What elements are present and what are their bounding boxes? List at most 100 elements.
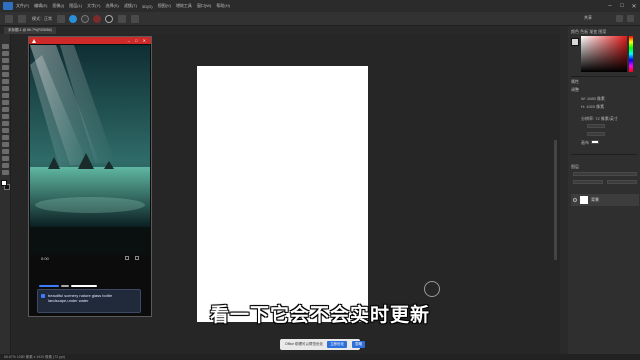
edge-app-icon[interactable] xyxy=(69,14,77,23)
prompt-box[interactable]: beautiful scenery nature glass bottle la… xyxy=(37,289,141,313)
phone-title-bar: – □ ✕ xyxy=(29,37,151,44)
document-canvas[interactable] xyxy=(197,66,368,322)
color-swatch[interactable] xyxy=(571,38,579,46)
menu-help[interactable]: 帮助(H) xyxy=(216,3,230,9)
search-icon[interactable] xyxy=(616,15,623,22)
window-control-icons[interactable]: – □ ✕ xyxy=(128,38,148,43)
gradient-tool-icon[interactable] xyxy=(2,128,9,133)
prompt-text: beautiful scenery nature glass bottle la… xyxy=(48,293,113,303)
menu-view[interactable]: 视图(V) xyxy=(158,3,171,9)
blur-tool-icon[interactable] xyxy=(2,135,9,140)
playback-time: 0:00 xyxy=(41,256,49,261)
phone-preview-window: – □ ✕ 0:00 beautiful scenery nature glas… xyxy=(28,36,152,317)
properties-header[interactable]: 属性 xyxy=(571,79,579,85)
notification-text: Office 助理可以帮您优化 xyxy=(285,342,324,346)
progress-pill xyxy=(39,285,59,287)
menu-layer[interactable]: 图层(L) xyxy=(69,3,82,9)
window-controls: – □ ✕ xyxy=(604,0,640,12)
move-tool-icon[interactable] xyxy=(2,44,9,49)
color-picker-field[interactable] xyxy=(581,36,627,72)
menu-window[interactable]: 窗口(W) xyxy=(197,3,211,9)
magic-wand-tool-icon[interactable] xyxy=(2,65,9,70)
notification-toast: Office 助理可以帮您优化 立即优化 xyxy=(280,339,360,350)
menu-bar: 文件(F) 编辑(E) 图像(I) 图层(L) 文字(Y) 选择(S) 滤镜(T… xyxy=(0,0,640,12)
menu-3d[interactable]: 3D(D) xyxy=(142,4,153,9)
document-tab[interactable]: 未标题-1 @ 66.7%(RGB/8#) xyxy=(4,27,56,34)
app-logo-icon xyxy=(3,2,13,10)
canvas-color-swatch[interactable] xyxy=(591,140,599,144)
menu-type[interactable]: 文字(Y) xyxy=(87,3,100,9)
app-icon[interactable] xyxy=(105,14,113,23)
panel-icon-strip xyxy=(560,26,568,354)
more-icon[interactable] xyxy=(135,256,139,260)
volume-icon[interactable] xyxy=(125,256,129,260)
menu-edit[interactable]: 编辑(E) xyxy=(34,3,47,9)
eraser-tool-icon[interactable] xyxy=(2,121,9,126)
menu-select[interactable]: 选择(S) xyxy=(105,3,118,9)
tools-panel xyxy=(0,34,11,354)
app-icon[interactable] xyxy=(81,14,89,23)
marquee-tool-icon[interactable] xyxy=(2,51,9,56)
resolution-field[interactable]: 分辨率: 72 像素/英寸 xyxy=(581,116,618,122)
status-bar: 66.67% 1080 像素 x 1920 像素 (72 ppi) xyxy=(0,354,640,360)
home-icon[interactable] xyxy=(5,14,13,23)
mode-select[interactable]: 模式：正常 xyxy=(32,16,52,22)
brush-tool-icon[interactable] xyxy=(2,100,9,105)
foreground-color-swatch[interactable] xyxy=(1,180,7,186)
path-select-tool-icon[interactable] xyxy=(2,163,9,168)
workspace-icon[interactable] xyxy=(627,15,634,22)
pressure-icon[interactable] xyxy=(118,14,126,23)
vertical-scrollbar[interactable] xyxy=(554,140,557,260)
share-button[interactable]: 共享 xyxy=(584,15,592,21)
menu-plugins[interactable]: 增效工具 xyxy=(176,3,192,9)
layer-row[interactable]: 背景 xyxy=(571,194,639,206)
healing-tool-icon[interactable] xyxy=(2,93,9,98)
input-box[interactable] xyxy=(587,132,605,136)
video-subtitle: 看一下它会不会实时更新 xyxy=(209,304,430,326)
input-box[interactable] xyxy=(587,124,605,128)
workspace-controls xyxy=(612,15,634,22)
hand-tool-icon[interactable] xyxy=(2,170,9,175)
blend-mode-select[interactable] xyxy=(573,180,603,184)
eyedropper-tool-icon[interactable] xyxy=(2,86,9,91)
layers-header[interactable]: 图层 xyxy=(571,164,579,170)
right-panel: 颜色 色板 渐变 图案 属性 调整 W: 1080 像素 H: 1920 像素 … xyxy=(560,26,640,354)
dodge-tool-icon[interactable] xyxy=(2,142,9,147)
eye-icon[interactable] xyxy=(573,198,577,202)
options-bar: 模式：正常 共享 xyxy=(0,12,640,26)
layer-name: 背景 xyxy=(591,197,599,202)
layer-filter[interactable] xyxy=(573,172,637,176)
height-field[interactable]: H: 1920 像素 xyxy=(581,104,604,110)
layer-thumbnail xyxy=(580,196,588,204)
menu-filter[interactable]: 滤镜(T) xyxy=(124,3,137,9)
symmetry-icon[interactable] xyxy=(131,14,139,23)
app-icon[interactable] xyxy=(93,14,101,23)
progress-pill xyxy=(71,285,97,287)
lasso-tool-icon[interactable] xyxy=(2,58,9,63)
optimize-button[interactable]: 立即优化 xyxy=(327,341,348,348)
divider xyxy=(571,76,637,77)
size-icon[interactable] xyxy=(57,14,65,23)
maximize-icon[interactable]: □ xyxy=(616,0,628,12)
crop-tool-icon[interactable] xyxy=(2,72,9,77)
history-brush-tool-icon[interactable] xyxy=(2,114,9,119)
width-field[interactable]: W: 1080 像素 xyxy=(581,96,605,102)
brush-cursor xyxy=(424,281,440,297)
prompt-icon xyxy=(41,294,45,298)
type-tool-icon[interactable] xyxy=(2,156,9,161)
generated-image xyxy=(30,45,150,255)
canvas-label: 画布 xyxy=(581,140,589,145)
menu-file[interactable]: 文件(F) xyxy=(16,3,29,9)
color-panel-tabs[interactable]: 颜色 色板 渐变 图案 xyxy=(571,29,606,35)
stamp-tool-icon[interactable] xyxy=(2,107,9,112)
adjust-header[interactable]: 调整 xyxy=(571,87,579,93)
minimize-icon[interactable]: – xyxy=(604,0,616,12)
divider xyxy=(571,154,637,155)
pen-tool-icon[interactable] xyxy=(2,149,9,154)
menu-image[interactable]: 图像(I) xyxy=(52,3,64,9)
brush-tool-icon[interactable] xyxy=(18,14,26,23)
frame-tool-icon[interactable] xyxy=(2,79,9,84)
close-icon[interactable]: ✕ xyxy=(628,0,640,12)
hue-slider[interactable] xyxy=(629,36,633,72)
opacity-field[interactable] xyxy=(607,180,637,184)
